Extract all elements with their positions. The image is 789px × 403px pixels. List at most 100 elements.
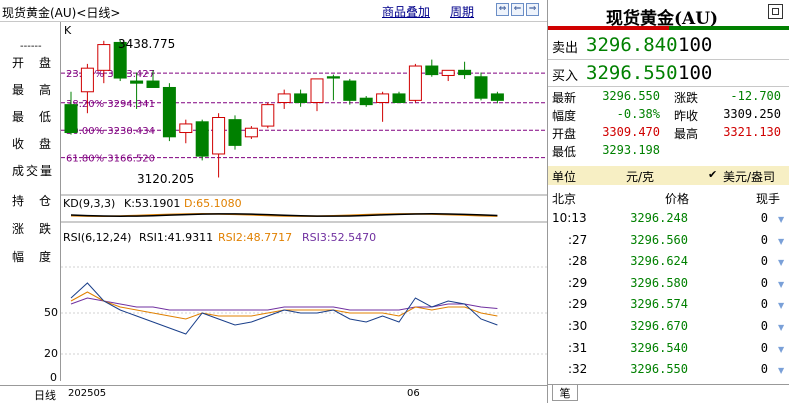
high-value: 3321.130 <box>723 125 781 139</box>
latest-label: 最新 <box>552 91 577 105</box>
sidebar-item-open[interactable]: 开盘 <box>12 54 52 71</box>
chart-area[interactable]: 23.60% 3363.427 38.20% 3294.341 50.00% 323… <box>61 22 547 385</box>
scroll-arrow-icon[interactable]: ▼ <box>778 345 784 354</box>
tick-price: 3296.580 <box>630 275 688 290</box>
prev-close-label: 昨收 <box>674 109 699 123</box>
scroll-arrow-icon[interactable]: ▼ <box>778 258 784 267</box>
tick-time: 10:13 <box>552 211 587 225</box>
date-start: 202505 <box>68 388 107 399</box>
quote-panel: 现货黄金(AU) 卖出 3296.840 100 买入 3296.550 100… <box>547 0 789 403</box>
scroll-arrow-icon[interactable]: ▼ <box>778 280 784 289</box>
candle-body <box>392 93 406 103</box>
scroll-arrow-icon[interactable]: ▼ <box>778 215 784 224</box>
sidebar-dash: ------ <box>20 41 42 52</box>
sidebar-item-position[interactable]: 持仓 <box>12 192 52 209</box>
pct-value: -0.38% <box>616 107 660 121</box>
tick-price: 3296.248 <box>630 211 688 225</box>
scroll-arrow-icon[interactable]: ▼ <box>778 301 784 310</box>
candle-body <box>146 80 160 88</box>
price-field-sidebar: ------ 开盘 最高 最低 收盘 成交量 持仓 涨跌 幅度 <box>0 22 61 381</box>
tick-qty: 0 <box>760 297 768 312</box>
scroll-right-button[interactable]: ⇒ <box>526 3 539 16</box>
check-icon: ✔ <box>708 168 718 181</box>
sell-label: 卖出 <box>552 41 579 56</box>
alt-unit-toggle[interactable]: 美元/盎司 <box>723 168 775 185</box>
tick-row: :31 3296.540 0 <box>548 338 789 360</box>
candle-body <box>343 80 357 101</box>
period-label[interactable]: 日线 <box>34 387 56 403</box>
rsi1-label: RSI1:41.9311 <box>139 231 213 244</box>
tick-list[interactable]: 10:13 3296.248 0:27 3296.560 0:28 3296.624 0:2… <box>548 208 789 383</box>
open-value: 3309.470 <box>602 125 660 139</box>
sidebar-item-change[interactable]: 涨跌 <box>12 220 52 237</box>
candle-body <box>97 44 111 71</box>
candle-body <box>179 123 193 134</box>
candle-body <box>80 67 94 93</box>
tick-time: :32 <box>568 362 588 377</box>
tick-row: :30 3296.670 0 <box>548 316 789 338</box>
change-value: -12.700 <box>730 89 781 103</box>
candle-body <box>64 104 78 134</box>
rsi-layer <box>70 282 498 335</box>
sidebar-item-close[interactable]: 收盘 <box>12 135 52 152</box>
scroll-arrow-icon[interactable]: ▼ <box>778 366 784 375</box>
zoom-button[interactable]: ⇔ <box>496 3 509 16</box>
candle-body <box>408 65 422 101</box>
buy-row[interactable]: 买入 3296.550 100 <box>548 60 789 87</box>
fib-level-label: 23.60% 3363.427 <box>66 69 155 80</box>
unit-value[interactable]: 元/克 <box>626 168 654 185</box>
candle-body <box>458 69 472 76</box>
candle-body <box>474 76 488 99</box>
chart-header: 现货黄金(AU)<日线> 商品叠加 周期 ⇔ ⇐ ⇒ <box>0 0 547 22</box>
high-label: 最高 <box>674 127 699 141</box>
scroll-arrow-icon[interactable]: ▼ <box>778 323 784 332</box>
sell-color-bar <box>548 26 669 30</box>
rsi-axis-0: 0 <box>50 371 57 384</box>
tick-time: :27 <box>568 232 588 247</box>
candle-body <box>310 78 324 103</box>
tick-scrollbar[interactable]: ▼ ▼ ▼ ▼ ▼ ▼ ▼ ▼ <box>776 210 788 380</box>
fib-level-label: 61.80% 3166.520 <box>66 154 155 165</box>
rsi-label: RSI(6,12,24) <box>63 231 131 244</box>
sidebar-item-amplitude[interactable]: 幅度 <box>12 248 52 265</box>
tick-row: :29 3296.580 0 <box>548 273 789 295</box>
tick-time: :31 <box>568 340 588 355</box>
kd-label: KD(9,3,3) <box>63 197 115 210</box>
sell-price: 3296.840 <box>586 34 678 56</box>
scroll-left-button[interactable]: ⇐ <box>511 3 524 16</box>
sidebar-item-high[interactable]: 最高 <box>12 81 52 98</box>
candle-body <box>376 93 390 103</box>
kline-chart[interactable]: 23.60% 3363.427 38.20% 3294.341 50.00% 323… <box>61 22 547 385</box>
candle-body <box>277 93 291 103</box>
kd-d-label: D:65.1080 <box>184 197 242 210</box>
tick-header: 北京 价格 现手 <box>548 188 789 206</box>
high-price-label: 3438.775 <box>118 37 175 51</box>
sell-qty: 100 <box>678 34 713 56</box>
sell-row[interactable]: 卖出 3296.840 100 <box>548 32 789 59</box>
tick-header-price: 价格 <box>665 192 690 206</box>
period-link[interactable]: 周期 <box>450 3 474 20</box>
sidebar-item-low[interactable]: 最低 <box>12 108 52 125</box>
candle-body <box>326 76 340 79</box>
sidebar-item-volume[interactable]: 成交量 <box>12 162 52 179</box>
tick-qty: 0 <box>760 275 768 290</box>
close-icon[interactable] <box>768 4 783 19</box>
tick-row: :27 3296.560 0 <box>548 230 789 252</box>
tick-price: 3296.624 <box>630 254 688 269</box>
tick-price: 3296.540 <box>630 340 688 355</box>
low-value: 3293.198 <box>602 143 660 157</box>
tick-qty: 0 <box>760 254 768 269</box>
candle-body <box>441 69 455 76</box>
fib-level-label: 38.20% 3294.341 <box>66 99 155 110</box>
rsi3-label: RSI3:52.5470 <box>302 231 376 244</box>
rsi-axis-50: 50 <box>44 306 58 319</box>
rsi2-label: RSI2:48.7717 <box>218 231 292 244</box>
candle-body <box>359 97 373 106</box>
overlay-link[interactable]: 商品叠加 <box>382 3 430 20</box>
date-axis-bar: 日线 202505 06 <box>0 385 547 403</box>
candle-body <box>425 65 439 76</box>
change-label: 涨跌 <box>674 91 699 105</box>
tab-ticks[interactable]: 笔 <box>552 385 578 401</box>
scroll-arrow-icon[interactable]: ▼ <box>778 237 784 246</box>
kd-layer <box>70 213 498 217</box>
